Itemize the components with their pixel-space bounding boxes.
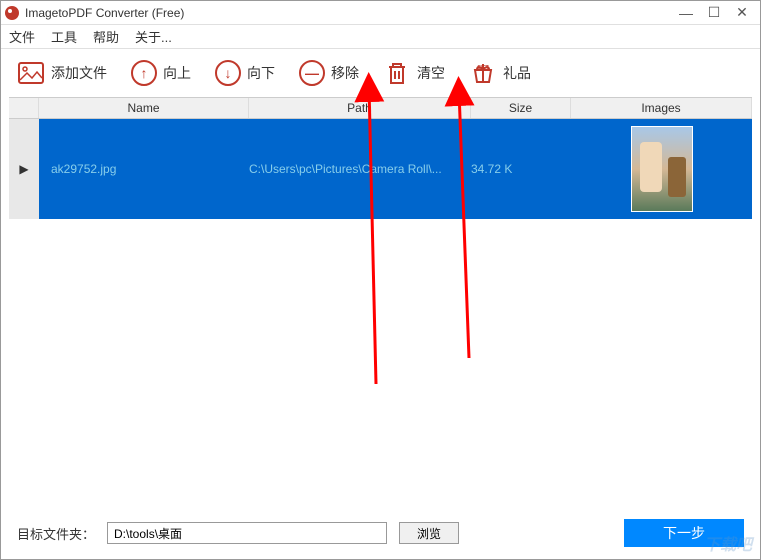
- window-controls: — ☐ ✕: [672, 3, 756, 23]
- browse-button[interactable]: 浏览: [399, 522, 459, 544]
- table-row[interactable]: ▶ ak29752.jpg C:\Users\pc\Pictures\Camer…: [9, 119, 752, 219]
- th-size[interactable]: Size: [471, 98, 571, 118]
- arrow-down-icon: ↓: [215, 60, 241, 86]
- add-file-button[interactable]: 添加文件: [17, 59, 107, 87]
- clear-button[interactable]: 清空: [383, 59, 445, 87]
- cell-name: ak29752.jpg: [39, 162, 249, 176]
- row-marker: ▶: [9, 119, 39, 219]
- up-button[interactable]: ↑ 向上: [131, 60, 191, 86]
- output-folder-label: 目标文件夹：: [17, 524, 95, 543]
- remove-label: 移除: [331, 63, 359, 83]
- output-folder-input[interactable]: [107, 522, 387, 544]
- menu-help[interactable]: 帮助: [93, 27, 119, 46]
- menu-about[interactable]: 关于...: [135, 27, 172, 46]
- cell-image: [571, 126, 752, 212]
- menubar: 文件 工具 帮助 关于...: [1, 25, 760, 49]
- titlebar: ImagetoPDF Converter (Free) — ☐ ✕: [1, 1, 760, 25]
- th-marker: [9, 98, 39, 118]
- trash-icon: [383, 59, 411, 87]
- th-images[interactable]: Images: [571, 98, 752, 118]
- gift-button[interactable]: GIFT 礼品: [469, 59, 531, 87]
- maximize-button[interactable]: ☐: [700, 3, 728, 23]
- clear-label: 清空: [417, 63, 445, 83]
- watermark: 下载吧: [704, 531, 752, 555]
- cell-path: C:\Users\pc\Pictures\Camera Roll\...: [249, 162, 471, 176]
- bottom-bar: 目标文件夹： 浏览 下一步: [1, 519, 760, 547]
- down-label: 向下: [247, 63, 275, 83]
- th-name[interactable]: Name: [39, 98, 249, 118]
- menu-file[interactable]: 文件: [9, 27, 35, 46]
- arrow-up-icon: ↑: [131, 60, 157, 86]
- add-file-label: 添加文件: [51, 63, 107, 83]
- app-icon: [5, 6, 19, 20]
- remove-button[interactable]: — 移除: [299, 60, 359, 86]
- window-title: ImagetoPDF Converter (Free): [25, 6, 672, 20]
- minus-icon: —: [299, 60, 325, 86]
- down-button[interactable]: ↓ 向下: [215, 60, 275, 86]
- menu-tools[interactable]: 工具: [51, 27, 77, 46]
- image-icon: [17, 59, 45, 87]
- up-label: 向上: [163, 63, 191, 83]
- th-path[interactable]: Path: [249, 98, 471, 118]
- thumbnail: [631, 126, 693, 212]
- table-header: Name Path Size Images: [9, 97, 752, 119]
- svg-text:GIFT: GIFT: [477, 65, 488, 71]
- gift-label: 礼品: [503, 63, 531, 83]
- gift-icon: GIFT: [469, 59, 497, 87]
- close-button[interactable]: ✕: [728, 3, 756, 23]
- table-body: ▶ ak29752.jpg C:\Users\pc\Pictures\Camer…: [9, 119, 752, 219]
- minimize-button[interactable]: —: [672, 3, 700, 23]
- toolbar: 添加文件 ↑ 向上 ↓ 向下 — 移除 清空 GIFT 礼品: [1, 49, 760, 97]
- cell-size: 34.72 K: [471, 162, 571, 176]
